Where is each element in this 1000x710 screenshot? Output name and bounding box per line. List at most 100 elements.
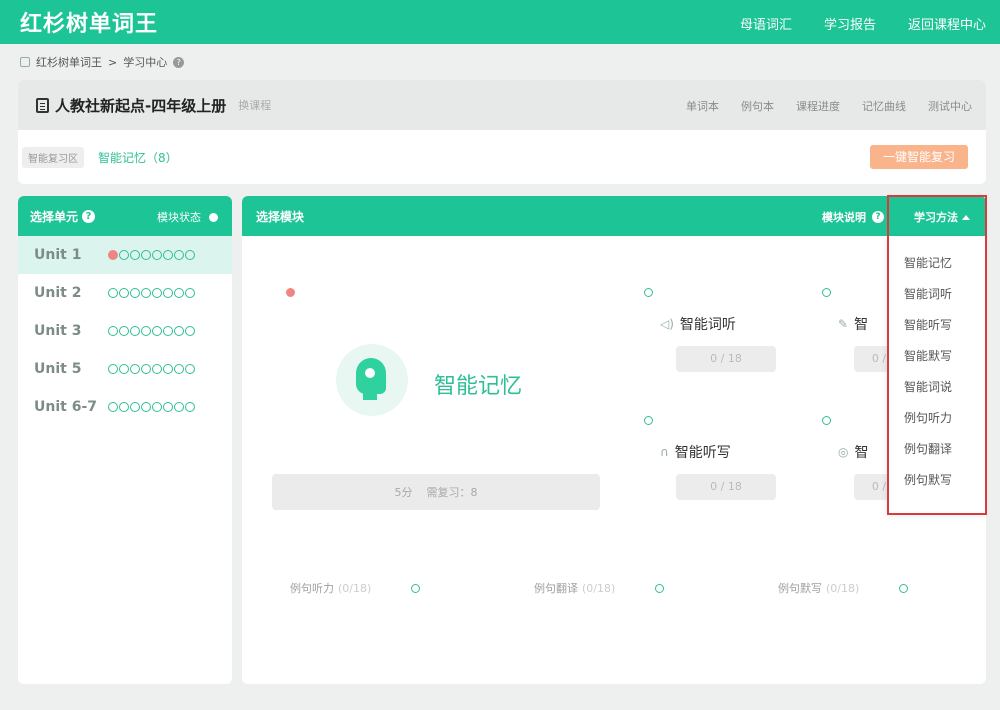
progress-dot-icon <box>141 402 151 412</box>
progress-dot-icon <box>152 250 162 260</box>
tool-test-center[interactable]: 测试中心 <box>928 98 972 114</box>
book-icon <box>36 97 49 113</box>
unit-panel-title: 选择单元 <box>30 209 79 224</box>
progress-dot-icon <box>119 250 129 260</box>
module-status-label: 模块状态 <box>157 211 201 224</box>
status-dot-icon <box>655 583 665 593</box>
progress-dot-icon <box>130 326 140 336</box>
mic-icon: ◎ <box>838 445 849 459</box>
progress-dot-icon <box>108 402 118 412</box>
progress-dot-icon <box>163 250 173 260</box>
progress-dot-icon <box>119 288 129 298</box>
speaker-icon: ◁) <box>660 317 674 331</box>
help-icon[interactable]: ? <box>872 211 884 223</box>
course-title: 人教社新起点-四年级上册 <box>55 96 227 115</box>
unit-row[interactable]: Unit 1 <box>18 236 232 274</box>
progress-dot-icon <box>108 326 118 336</box>
progress-dot-icon <box>163 402 173 412</box>
unit-progress-dots <box>108 326 195 336</box>
progress-dot-icon <box>130 288 140 298</box>
nav-back-course-center[interactable]: 返回课程中心 <box>908 14 986 33</box>
unit-panel: 选择单元 ? 模块状态 Unit 1 Unit 2 Unit 3 Unit 5 Unit… <box>18 196 232 684</box>
unit-name: Unit 3 <box>34 323 82 339</box>
sentence-listen-module[interactable]: 例句听力 (0/18) <box>290 580 421 596</box>
unit-row[interactable]: Unit 3 <box>18 312 232 350</box>
status-dot-icon <box>209 212 218 222</box>
tool-word-book[interactable]: 单词本 <box>686 98 719 114</box>
progress-dot-icon <box>130 364 140 374</box>
unit-progress-dots <box>108 364 195 374</box>
nav-native-vocab[interactable]: 母语词汇 <box>740 14 792 33</box>
status-dot-icon <box>286 288 295 297</box>
progress-dot-icon <box>130 250 140 260</box>
progress-dot-icon <box>152 326 162 336</box>
status-dot-icon <box>411 583 421 593</box>
unit-row[interactable]: Unit 2 <box>18 274 232 312</box>
breadcrumb-root[interactable]: 红杉树单词王 <box>36 54 102 70</box>
module-panel: 选择模块 模块说明 ? 学习方法 智能记忆 5分 需复习：8 ◁) 智能词听 0 … <box>242 196 986 684</box>
one-click-review-button[interactable]: 一键智能复习 <box>870 145 968 169</box>
progress-dot-icon <box>163 364 173 374</box>
progress-dot-icon <box>163 326 173 336</box>
sentence-module-count: (0/18) <box>582 581 616 595</box>
review-zone-tag: 智能复习区 <box>22 146 84 168</box>
module-explain[interactable]: 模块说明 ? <box>822 209 884 225</box>
smart-memory-card[interactable]: 智能记忆 5分 需复习：8 <box>272 284 602 510</box>
help-icon[interactable]: ? <box>173 56 185 68</box>
progress-dot-icon <box>174 250 184 260</box>
status-dot-icon <box>899 583 909 593</box>
progress-dot-icon <box>119 326 129 336</box>
module-card-label: 智能词听 <box>679 317 736 333</box>
module-card-word-listen[interactable]: ◁) 智能词听 0 / 18 <box>642 286 792 376</box>
unit-row[interactable]: Unit 6-7 <box>18 388 232 426</box>
status-dot-icon <box>822 288 831 297</box>
status-dot-icon <box>644 288 653 297</box>
module-card-label: 智 <box>854 445 869 461</box>
tool-memory-curve[interactable]: 记忆曲线 <box>862 98 906 114</box>
module-status: 模块状态 <box>157 209 218 225</box>
tool-course-progress[interactable]: 课程进度 <box>796 98 840 114</box>
sentence-translate-module[interactable]: 例句翻译 (0/18) <box>534 580 665 596</box>
module-card-progress: 0 / 18 <box>676 346 776 372</box>
sentence-module-label: 例句翻译 <box>534 582 578 595</box>
pencil-icon: ✎ <box>838 317 849 331</box>
smart-memory-stats[interactable]: 5分 需复习：8 <box>272 474 600 510</box>
module-explain-label[interactable]: 模块说明 <box>822 209 866 225</box>
unit-name: Unit 1 <box>34 247 82 263</box>
unit-row[interactable]: Unit 5 <box>18 350 232 388</box>
smart-memory-count[interactable]: 智能记忆（8） <box>98 149 178 166</box>
nav-study-report[interactable]: 学习报告 <box>824 14 876 33</box>
smart-memory-review: 需复习：8 <box>426 486 478 499</box>
progress-dot-icon <box>141 288 151 298</box>
unit-name: Unit 5 <box>34 361 82 377</box>
switch-course-link[interactable]: 换课程 <box>238 97 271 113</box>
progress-dot-icon <box>108 364 118 374</box>
unit-name: Unit 2 <box>34 285 82 301</box>
status-dot-icon <box>644 416 653 425</box>
annotation-highlight-box <box>887 195 987 515</box>
brand-title: 红杉树单词王 <box>20 12 159 37</box>
top-bar: 红杉树单词王 母语词汇 学习报告 返回课程中心 <box>0 0 1000 44</box>
unit-name: Unit 6-7 <box>34 399 97 415</box>
module-card-label: 智 <box>854 317 869 333</box>
unit-progress-dots <box>108 288 195 298</box>
smart-memory-score: 5分 <box>394 486 413 499</box>
home-icon <box>20 57 30 67</box>
progress-dot-icon <box>185 364 195 374</box>
sentence-module-label: 例句听力 <box>290 582 334 595</box>
sentence-module-label: 例句默写 <box>778 582 822 595</box>
help-icon[interactable]: ? <box>82 209 96 223</box>
sentence-write-module[interactable]: 例句默写 (0/18) <box>778 580 909 596</box>
progress-dot-icon <box>185 326 195 336</box>
smart-memory-title: 智能记忆 <box>434 374 523 399</box>
course-header: 人教社新起点-四年级上册 换课程 单词本 例句本 课程进度 记忆曲线 测试中心 <box>18 80 986 130</box>
progress-dot-icon <box>119 364 129 374</box>
brain-head-icon <box>336 344 408 416</box>
headphones-icon: ∩ <box>660 445 669 459</box>
progress-dot-icon <box>174 288 184 298</box>
tool-sentence-book[interactable]: 例句本 <box>741 98 774 114</box>
progress-dot-icon <box>108 288 118 298</box>
module-panel-header: 选择模块 模块说明 ? 学习方法 <box>242 196 986 236</box>
unit-progress-dots <box>108 402 195 412</box>
module-card-dictation[interactable]: ∩ 智能听写 0 / 18 <box>642 414 792 504</box>
